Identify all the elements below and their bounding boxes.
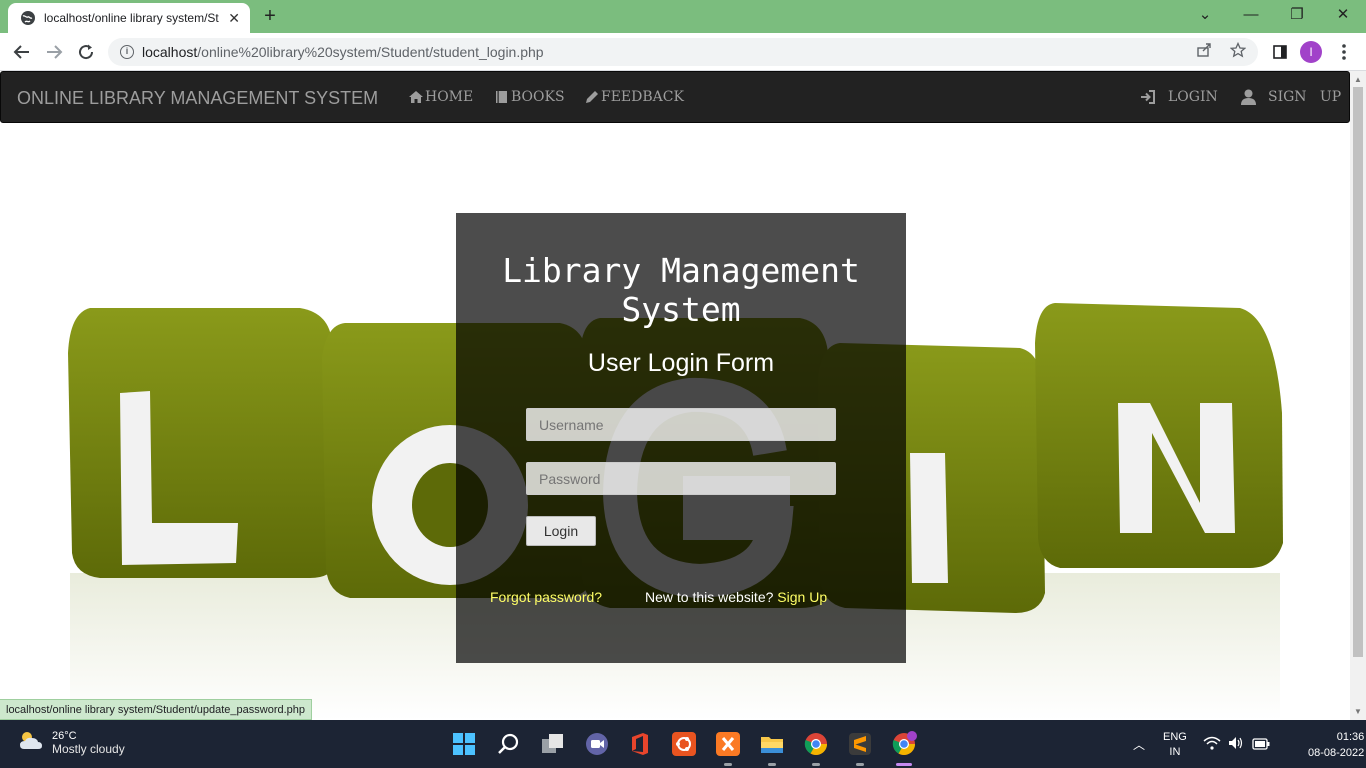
login-button[interactable]: Login xyxy=(526,516,596,546)
start-icon[interactable] xyxy=(451,731,477,757)
chevron-up-icon[interactable]: ︿ xyxy=(1133,736,1145,753)
chrome-running-indicator xyxy=(812,763,820,766)
clock-date: 08-08-2022 xyxy=(1308,747,1365,759)
close-window-button[interactable]: ✕ xyxy=(1323,4,1363,26)
sublime-running-indicator xyxy=(856,763,864,766)
chrome-icon[interactable] xyxy=(803,731,829,757)
nav-home[interactable]: HOME xyxy=(409,89,473,105)
back-button[interactable] xyxy=(10,40,34,64)
nav-login-label: LOGIN xyxy=(1168,89,1218,105)
browser-toolbar: i localhost/online%20library%20system/St… xyxy=(0,33,1366,71)
reload-button[interactable] xyxy=(74,40,98,64)
page-scrollbar[interactable]: ▲ ▼ xyxy=(1350,71,1366,720)
new-user-prompt: New to this website? Sign Up xyxy=(645,589,827,605)
nav-feedback-label: FEEDBACK xyxy=(601,89,684,105)
scroll-up-icon[interactable]: ▲ xyxy=(1354,75,1362,84)
volume-icon[interactable] xyxy=(1228,736,1244,755)
site-brand[interactable]: ONLINE LIBRARY MANAGEMENT SYSTEM xyxy=(17,88,378,109)
address-bar[interactable]: i localhost/online%20library%20system/St… xyxy=(108,38,1258,66)
temperature: 26°C xyxy=(52,729,77,742)
tab-search-icon[interactable]: ⌄ xyxy=(1185,4,1225,26)
windows-taskbar: 26°C Mostly cloudy ︿ ENG IN 01:36 08-08-… xyxy=(0,720,1366,768)
ubuntu-icon[interactable] xyxy=(671,731,697,757)
region-code: IN xyxy=(1169,746,1181,758)
user-icon xyxy=(1241,89,1256,105)
site-info-icon[interactable]: i xyxy=(120,45,134,59)
book-icon xyxy=(495,90,509,104)
battery-icon[interactable] xyxy=(1252,737,1270,755)
url-host: localhost xyxy=(142,44,198,60)
globe-icon xyxy=(20,10,36,26)
panel-title: Library Management System xyxy=(502,251,860,329)
nav-signup-label: SIGN UP xyxy=(1268,89,1342,105)
explorer-running-indicator xyxy=(768,763,776,766)
login-icon xyxy=(1140,89,1156,105)
status-url-bubble: localhost/online library system/Student/… xyxy=(0,699,313,720)
chrome-profile-icon[interactable] xyxy=(891,731,917,757)
scroll-down-icon[interactable]: ▼ xyxy=(1354,707,1362,716)
weather-widget[interactable]: 26°C Mostly cloudy xyxy=(18,729,125,756)
login-form-heading: User Login Form xyxy=(587,349,775,377)
restore-button[interactable]: ❐ xyxy=(1277,4,1317,26)
profile-avatar[interactable]: I xyxy=(1300,41,1322,63)
login-panel: Library Management System User Login For… xyxy=(456,213,906,663)
xampp-icon[interactable] xyxy=(715,731,741,757)
close-tab-icon[interactable]: ✕ xyxy=(228,10,240,27)
home-icon xyxy=(409,90,423,104)
username-input[interactable] xyxy=(526,408,836,441)
site-navbar: ONLINE LIBRARY MANAGEMENT SYSTEM HOME BO… xyxy=(0,71,1350,123)
nav-home-label: HOME xyxy=(425,89,474,105)
password-input[interactable] xyxy=(526,462,836,495)
nav-feedback[interactable]: FEEDBACK xyxy=(585,89,684,105)
forward-button[interactable] xyxy=(42,40,66,64)
tab-strip: localhost/online library system/St ✕ + ⌄… xyxy=(0,0,1366,33)
new-user-text: New to this website? xyxy=(645,589,774,605)
xampp-running-indicator xyxy=(724,763,732,766)
menu-kebab-icon[interactable] xyxy=(1332,40,1356,64)
nav-signup[interactable]: SIGN UP xyxy=(1241,89,1341,105)
sign-up-link[interactable]: Sign Up xyxy=(777,589,827,605)
tab-title: localhost/online library system/St xyxy=(44,11,219,25)
file-explorer-icon[interactable] xyxy=(759,731,785,757)
meet-icon[interactable] xyxy=(584,731,610,757)
language-indicator[interactable]: ENG IN xyxy=(1163,730,1187,760)
office-icon[interactable] xyxy=(627,731,653,757)
nav-login[interactable]: LOGIN xyxy=(1140,89,1218,105)
web-page: ONLINE LIBRARY MANAGEMENT SYSTEM HOME BO… xyxy=(0,71,1350,720)
clock-time: 01:36 xyxy=(1336,731,1365,743)
language-code: ENG xyxy=(1163,731,1187,743)
minimize-button[interactable]: — xyxy=(1231,4,1271,26)
pencil-icon xyxy=(585,90,599,104)
side-panel-icon[interactable] xyxy=(1268,40,1292,64)
new-tab-button[interactable]: + xyxy=(258,5,282,29)
search-icon[interactable] xyxy=(496,731,522,757)
browser-tab[interactable]: localhost/online library system/St ✕ xyxy=(8,3,250,33)
nav-books-label: BOOKS xyxy=(511,89,565,105)
weather-condition: Mostly cloudy xyxy=(52,741,125,756)
wifi-icon[interactable] xyxy=(1203,736,1221,755)
system-clock[interactable]: 01:36 08-08-2022 xyxy=(1308,729,1364,761)
bookmark-star-icon[interactable] xyxy=(1229,41,1247,63)
sublime-icon[interactable] xyxy=(847,731,873,757)
forgot-password-link[interactable]: Forgot password? xyxy=(490,589,602,605)
cloudy-weather-icon xyxy=(18,729,44,756)
scrollbar-thumb[interactable] xyxy=(1353,87,1363,657)
url-path: /online%20library%20system/Student/stude… xyxy=(197,44,544,60)
nav-books[interactable]: BOOKS xyxy=(495,89,565,105)
task-view-icon[interactable] xyxy=(540,731,566,757)
share-icon[interactable] xyxy=(1196,42,1212,63)
active-app-indicator xyxy=(896,763,912,766)
